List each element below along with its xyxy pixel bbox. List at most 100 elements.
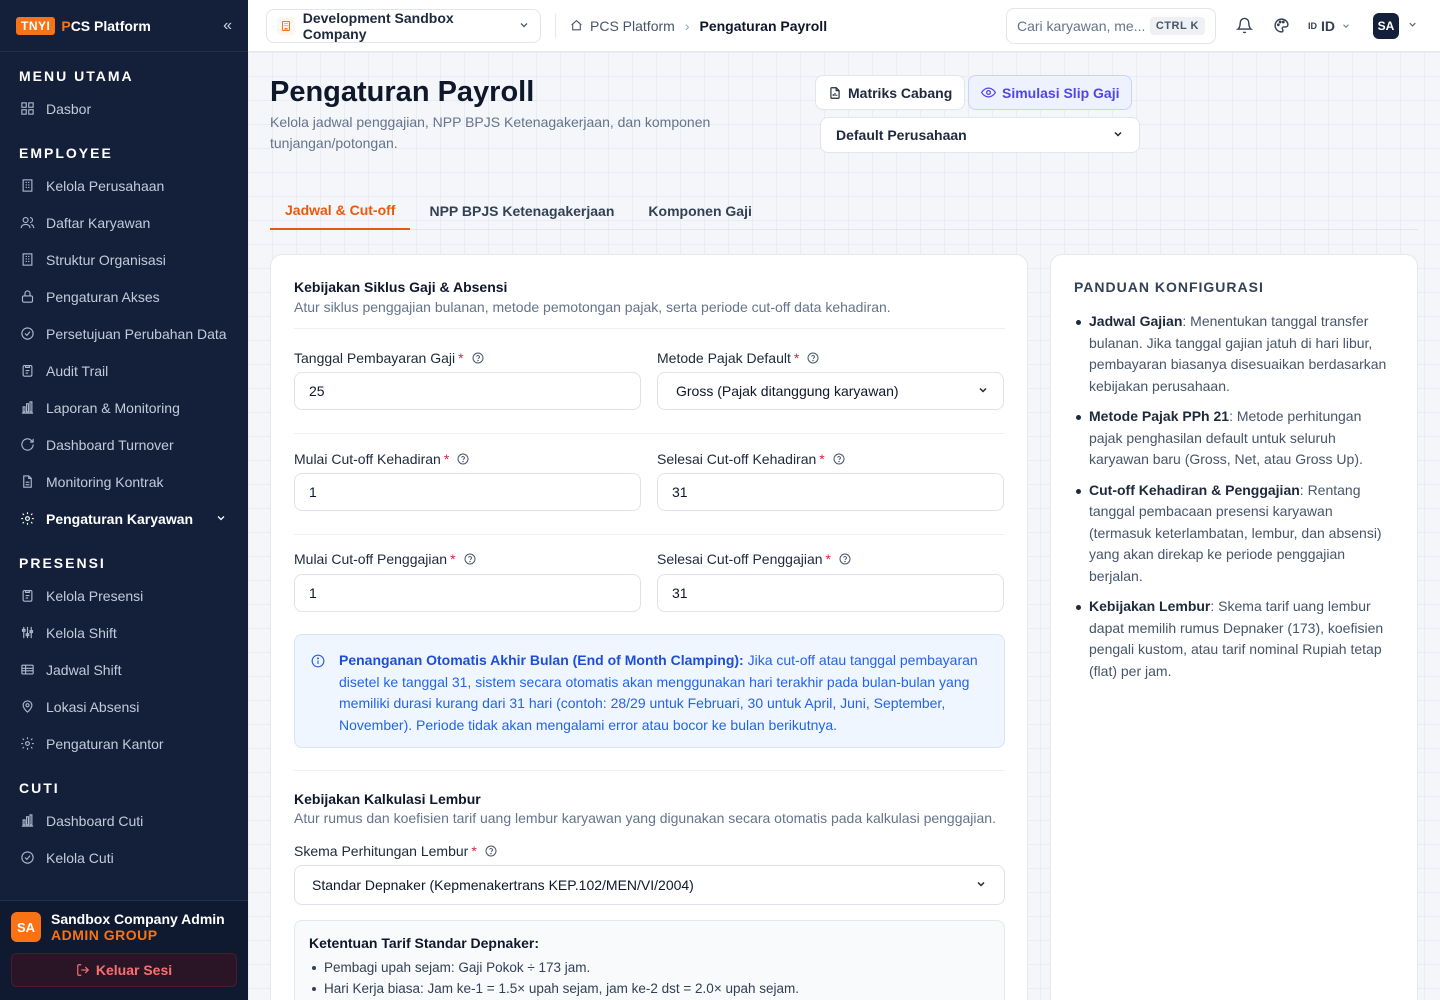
palette-icon[interactable]	[1273, 17, 1290, 34]
sliders-icon	[19, 625, 35, 641]
attendance-start-label: Mulai Cut-off Kehadiran *	[294, 451, 469, 467]
sidebar-item-kelola-cuti[interactable]: Kelola Cuti	[19, 839, 229, 876]
tab-npp-bpjs[interactable]: NPP BPJS Ketenagakerjaan	[414, 192, 629, 230]
sidebar-item-pengaturan-kantor[interactable]: Pengaturan Kantor	[19, 725, 229, 762]
branch-value: Default Perusahaan	[836, 127, 967, 143]
tax-method-select[interactable]: Gross (Pajak ditanggung karyawan)	[657, 372, 1004, 410]
tab-salary-components[interactable]: Komponen Gaji	[633, 192, 766, 230]
gear-icon	[19, 511, 35, 527]
rules-title: Ketentuan Tarif Standar Depnaker:	[309, 935, 540, 951]
sidebar-item-lokasi-absensi[interactable]: Lokasi Absensi	[19, 688, 229, 725]
payroll-start-input[interactable]: 1	[294, 574, 641, 612]
sidebar-item-label: Jadwal Shift	[46, 661, 122, 678]
sidebar-item-kelola-presensi[interactable]: Kelola Presensi	[19, 577, 229, 614]
sidebar-item-persetujuan-perubahan-data[interactable]: Persetujuan Perubahan Data	[19, 315, 229, 352]
sidebar: TNYI PCS Platform « MENU UTAMA Dasbor EMPL…	[0, 0, 248, 1000]
sidebar-item-label: Dashboard Turnover	[46, 436, 174, 453]
company-name: Development Sandbox Company	[302, 9, 454, 42]
shortcut-badge: CTRL K	[1149, 16, 1205, 35]
overtime-section-title: Kebijakan Kalkulasi Lembur	[294, 791, 481, 807]
tax-method-value: Gross (Pajak ditanggung karyawan)	[676, 383, 899, 399]
tax-method-label: Metode Pajak Default *	[657, 350, 819, 366]
tab-schedule[interactable]: Jadwal & Cut-off	[270, 192, 411, 230]
users-icon	[19, 215, 35, 231]
help-icon[interactable]	[464, 553, 476, 565]
sidebar-item-laporan-monitoring[interactable]: Laporan & Monitoring	[19, 389, 229, 426]
home-icon[interactable]	[570, 19, 583, 32]
refresh-icon	[19, 437, 35, 453]
file-icon	[19, 474, 35, 490]
help-icon[interactable]	[839, 553, 851, 565]
sidebar-item-monitoring-kontrak[interactable]: Monitoring Kontrak	[19, 463, 229, 500]
bell-icon[interactable]	[1236, 17, 1253, 34]
help-icon[interactable]	[472, 352, 484, 364]
attendance-end-label: Selesai Cut-off Kehadiran *	[657, 451, 845, 467]
chevron-down-icon	[518, 18, 530, 34]
user-profile[interactable]: SA Sandbox Company Admin ADMIN GROUP	[11, 911, 237, 943]
overtime-scheme-label: Skema Perhitungan Lembur *	[294, 843, 497, 859]
user-name: Sandbox Company Admin	[51, 911, 225, 927]
sidebar-nav: MENU UTAMA Dasbor EMPLOYEE Kelola Perusahaa…	[0, 68, 248, 876]
sidebar-item-struktur-organisasi[interactable]: Struktur Organisasi	[19, 241, 229, 278]
overtime-section-subtitle: Atur rumus dan koefisien tarif uang lemb…	[294, 810, 996, 826]
overtime-scheme-select[interactable]: Standar Depnaker (Kepmenakertrans KEP.10…	[294, 865, 1005, 905]
sidebar-item-label: Struktur Organisasi	[46, 251, 166, 268]
breadcrumb-root[interactable]: PCS Platform	[590, 18, 675, 34]
cycle-section-title: Kebijakan Siklus Gaji & Absensi	[294, 279, 508, 295]
sidebar-item-label: Persetujuan Perubahan Data	[46, 325, 227, 342]
attendance-end-input[interactable]: 31	[657, 473, 1004, 511]
sidebar-item-label: Pengaturan Kantor	[46, 735, 164, 752]
branch-select[interactable]: Default Perusahaan	[820, 117, 1140, 153]
attendance-start-input[interactable]: 1	[294, 473, 641, 511]
sidebar-item-pengaturan-karyawan[interactable]: Pengaturan Karyawan	[19, 500, 229, 537]
help-icon[interactable]	[485, 845, 497, 857]
pay-date-input[interactable]: 25	[294, 372, 641, 410]
payroll-end-input[interactable]: 31	[657, 574, 1004, 612]
clipboard-icon	[19, 588, 35, 604]
sidebar-item-label: Audit Trail	[46, 362, 109, 379]
simulate-payslip-button[interactable]: Simulasi Slip Gaji	[968, 75, 1133, 110]
search-placeholder: Cari karyawan, me...	[1017, 17, 1146, 34]
sidebar-item-label: Laporan & Monitoring	[46, 399, 180, 416]
sidebar-item-dashboard-cuti[interactable]: Dashboard Cuti	[19, 802, 229, 839]
divider	[294, 328, 1005, 329]
simulate-button-label: Simulasi Slip Gaji	[1002, 84, 1120, 101]
pay-date-label: Tanggal Pembayaran Gaji *	[294, 350, 484, 366]
sidebar-item-dasbor[interactable]: Dasbor	[19, 90, 229, 127]
help-icon[interactable]	[807, 352, 819, 364]
help-icon[interactable]	[457, 453, 469, 465]
language-selector[interactable]: ID ID	[1308, 18, 1351, 34]
sidebar-section-title: EMPLOYEE	[19, 145, 113, 161]
sidebar-section-title: PRESENSI	[19, 555, 106, 571]
chevron-right-icon: ›	[684, 17, 690, 34]
sidebar-item-jadwal-shift[interactable]: Jadwal Shift	[19, 651, 229, 688]
building-icon	[19, 252, 35, 268]
sidebar-item-label: Pengaturan Akses	[46, 288, 160, 305]
info-title: Penanganan Otomatis Akhir Bulan (End of …	[339, 652, 744, 668]
month-end-info-box: Penanganan Otomatis Akhir Bulan (End of …	[294, 634, 1005, 748]
help-icon[interactable]	[833, 453, 845, 465]
collapse-sidebar-icon[interactable]: «	[223, 17, 232, 35]
sidebar-section-title: MENU UTAMA	[19, 68, 134, 84]
search-input[interactable]: Cari karyawan, me... CTRL K	[1006, 7, 1216, 44]
sidebar-item-kelola-shift[interactable]: Kelola Shift	[19, 614, 229, 651]
sidebar-item-label: Lokasi Absensi	[46, 698, 140, 715]
info-icon	[311, 653, 325, 675]
topbar: Development Sandbox Company PCS Platform…	[248, 0, 1440, 52]
sidebar-item-label: Kelola Shift	[46, 624, 117, 641]
sidebar-item-kelola-perusahaan[interactable]: Kelola Perusahaan	[19, 167, 229, 204]
sidebar-item-pengaturan-akses[interactable]: Pengaturan Akses	[19, 278, 229, 315]
gear-icon	[19, 736, 35, 752]
sidebar-item-dashboard-turnover[interactable]: Dashboard Turnover	[19, 426, 229, 463]
company-selector[interactable]: Development Sandbox Company	[266, 8, 541, 43]
sidebar-item-daftar-karyawan[interactable]: Daftar Karyawan	[19, 204, 229, 241]
sidebar-item-label: Dashboard Cuti	[46, 812, 144, 829]
matrix-button[interactable]: Matriks Cabang	[815, 75, 966, 110]
app-logo[interactable]: PCS Platform	[61, 18, 150, 34]
logout-button[interactable]: Keluar Sesi	[11, 953, 237, 987]
chevron-down-icon[interactable]	[1407, 17, 1418, 35]
divider	[294, 534, 1005, 535]
avatar[interactable]: SA	[1373, 12, 1399, 39]
sidebar-item-audit-trail[interactable]: Audit Trail	[19, 352, 229, 389]
sidebar-item-label: Kelola Perusahaan	[46, 177, 165, 194]
